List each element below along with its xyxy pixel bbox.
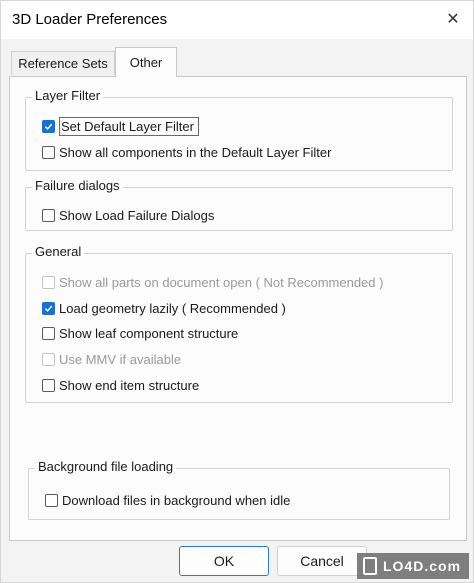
window-title: 3D Loader Preferences <box>12 11 168 28</box>
checkbox-label: Show end item structure <box>59 377 200 393</box>
group-label-background-loading: Background file loading <box>35 459 177 474</box>
checkbox-show-leaf-component[interactable]: Show leaf component structure <box>42 323 238 343</box>
group-label-failure-dialogs: Failure dialogs <box>32 178 123 193</box>
tab-other[interactable]: Other <box>115 47 177 77</box>
checkbox-show-all-components[interactable]: Show all components in the Default Layer… <box>42 142 331 162</box>
title-bar: 3D Loader Preferences ✕ <box>1 1 473 39</box>
close-icon: ✕ <box>446 11 460 28</box>
checkbox-icon[interactable] <box>42 119 55 133</box>
checkbox-icon <box>42 275 55 289</box>
tab-strip: Reference Sets Other <box>9 47 467 77</box>
ok-button[interactable]: OK <box>179 546 269 576</box>
tab-reference-sets[interactable]: Reference Sets <box>11 51 115 75</box>
checkbox-icon[interactable] <box>42 208 55 222</box>
close-button[interactable]: ✕ <box>437 5 469 33</box>
checkbox-icon[interactable] <box>45 493 58 507</box>
group-failure-dialogs: Failure dialogs Show Load Failure Dialog… <box>25 178 453 231</box>
checkbox-download-in-background[interactable]: Download files in background when idle <box>45 490 290 510</box>
checkbox-icon[interactable] <box>42 378 55 392</box>
checkbox-icon[interactable] <box>42 326 55 340</box>
watermark-logo: LO4D.com <box>357 553 469 579</box>
watermark-text: LO4D.com <box>383 558 462 574</box>
group-label-general: General <box>32 244 85 259</box>
checkbox-label: Show Load Failure Dialogs <box>59 207 215 223</box>
group-label-layer-filter: Layer Filter <box>32 88 104 103</box>
checkbox-label: Set Default Layer Filter <box>59 116 199 136</box>
checkbox-show-load-failure-dialogs[interactable]: Show Load Failure Dialogs <box>42 205 214 225</box>
checkbox-use-mmv: Use MMV if available <box>42 349 181 369</box>
checkbox-label: Download files in background when idle <box>62 492 291 508</box>
group-background-loading: Background file loading Download files i… <box>28 459 450 520</box>
checkbox-show-all-parts: Show all parts on document open ( Not Re… <box>42 272 383 292</box>
checkbox-label: Load geometry lazily ( Recommended ) <box>59 300 286 316</box>
preferences-dialog: 3D Loader Preferences ✕ Reference Sets O… <box>0 0 474 583</box>
tab-panel-other: Layer Filter Set Default Layer Filter Sh… <box>9 76 467 541</box>
checkbox-label: Use MMV if available <box>59 351 182 367</box>
group-general: General Show all parts on document open … <box>25 244 453 403</box>
checkbox-load-geometry-lazily[interactable]: Load geometry lazily ( Recommended ) <box>42 298 286 318</box>
checkbox-set-default-layer-filter[interactable]: Set Default Layer Filter <box>42 116 199 136</box>
cancel-button[interactable]: Cancel <box>277 546 367 576</box>
group-layer-filter: Layer Filter Set Default Layer Filter Sh… <box>25 88 453 171</box>
checkbox-show-end-item-structure[interactable]: Show end item structure <box>42 375 199 395</box>
checkbox-icon <box>42 352 55 366</box>
checkbox-icon[interactable] <box>42 145 55 159</box>
checkbox-label: Show all components in the Default Layer… <box>59 144 332 160</box>
checkbox-icon[interactable] <box>42 301 55 315</box>
checkbox-label: Show all parts on document open ( Not Re… <box>59 274 384 290</box>
checkbox-label: Show leaf component structure <box>59 325 239 341</box>
watermark-icon <box>363 557 377 575</box>
